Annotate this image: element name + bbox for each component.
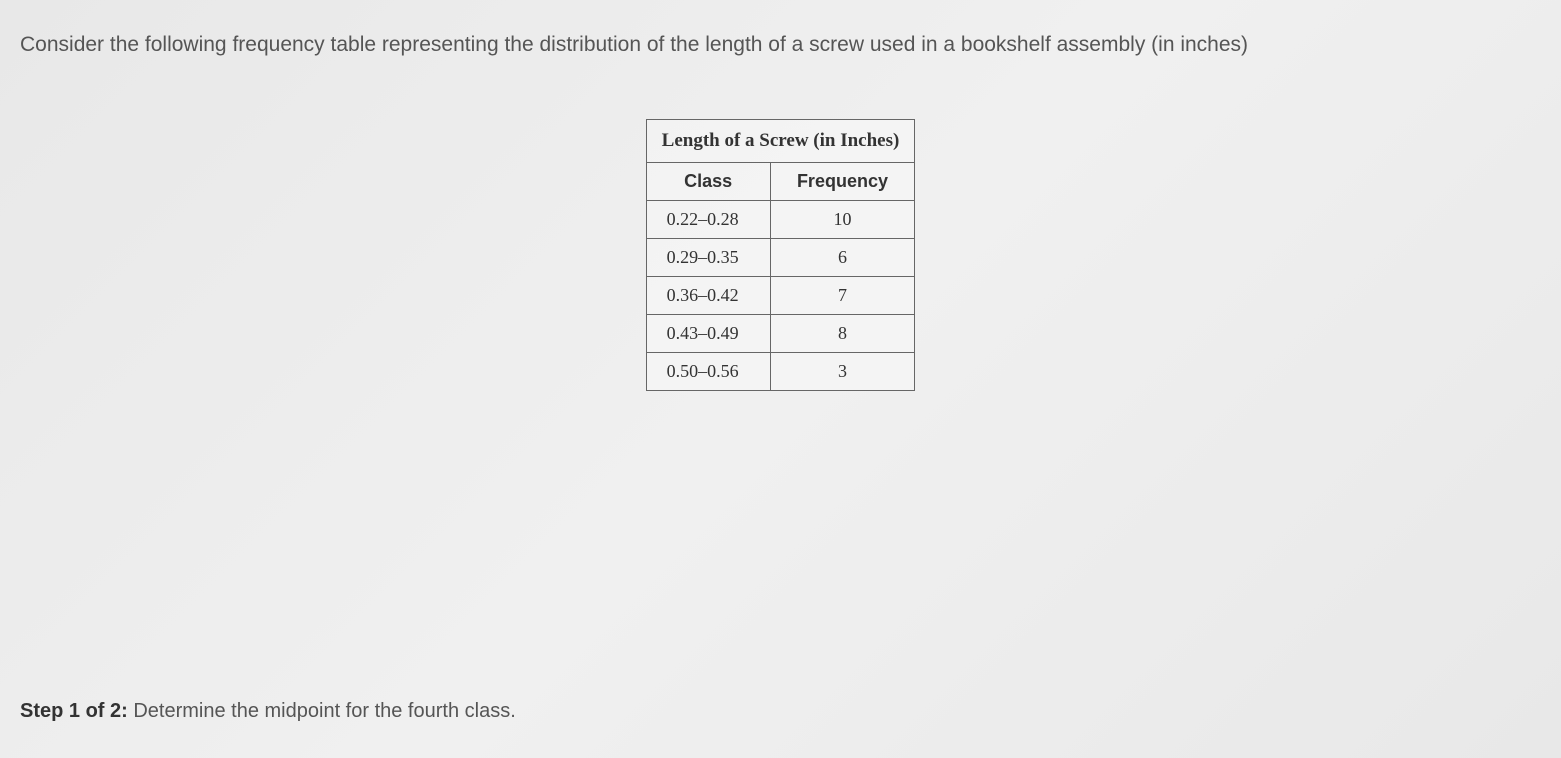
table-row: 0.29–0.35 6 bbox=[646, 239, 915, 277]
frequency-table: Length of a Screw (in Inches) Class Freq… bbox=[646, 119, 916, 391]
table-title-row: Length of a Screw (in Inches) bbox=[646, 120, 915, 163]
step-label: Step 1 of 2: bbox=[20, 700, 128, 722]
table-container: Length of a Screw (in Inches) Class Freq… bbox=[20, 119, 1541, 391]
step-instruction: Step 1 of 2: Determine the midpoint for … bbox=[20, 700, 516, 723]
frequency-cell: 3 bbox=[770, 353, 915, 391]
table-header-row: Class Frequency bbox=[646, 163, 915, 201]
frequency-cell: 10 bbox=[770, 201, 915, 239]
class-cell: 0.43–0.49 bbox=[646, 315, 770, 353]
table-row: 0.43–0.49 8 bbox=[646, 315, 915, 353]
table-title: Length of a Screw (in Inches) bbox=[646, 120, 915, 163]
class-cell: 0.36–0.42 bbox=[646, 277, 770, 315]
class-cell: 0.50–0.56 bbox=[646, 353, 770, 391]
step-instruction-text: Determine the midpoint for the fourth cl… bbox=[128, 700, 516, 722]
frequency-header: Frequency bbox=[770, 163, 915, 201]
table-row: 0.50–0.56 3 bbox=[646, 353, 915, 391]
question-text: Consider the following frequency table r… bbox=[20, 30, 1541, 59]
frequency-cell: 6 bbox=[770, 239, 915, 277]
frequency-cell: 7 bbox=[770, 277, 915, 315]
frequency-cell: 8 bbox=[770, 315, 915, 353]
class-cell: 0.22–0.28 bbox=[646, 201, 770, 239]
table-row: 0.22–0.28 10 bbox=[646, 201, 915, 239]
class-cell: 0.29–0.35 bbox=[646, 239, 770, 277]
table-row: 0.36–0.42 7 bbox=[646, 277, 915, 315]
class-header: Class bbox=[646, 163, 770, 201]
